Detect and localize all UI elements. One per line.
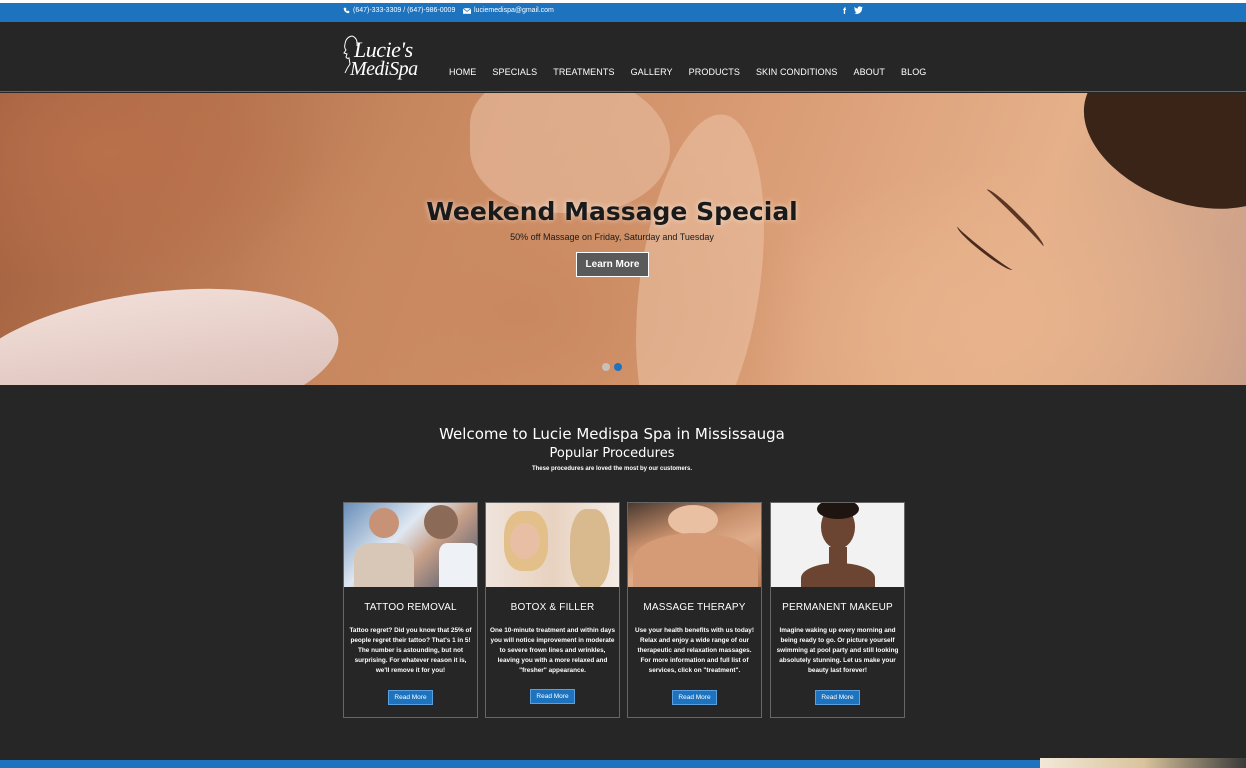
slider-pagination <box>602 363 622 371</box>
footer-image <box>1040 758 1246 768</box>
hero-image-eye <box>954 222 1016 274</box>
site-header: Lucie's MediSpa HOME SPECIALS TREATMENTS… <box>0 22 1246 92</box>
card-description: Imagine waking up every morning and bein… <box>776 627 899 674</box>
logo-line-1: Lucie's <box>354 37 413 62</box>
card-description: Use your health benefits with us today! … <box>635 627 754 674</box>
logo-line-2: MediSpa <box>350 58 418 80</box>
hero-image-hand <box>470 93 670 213</box>
read-more-button[interactable]: Read More <box>672 690 717 705</box>
welcome-section: Welcome to Lucie Medispa Spa in Mississa… <box>0 425 1224 472</box>
site-logo[interactable]: Lucie's MediSpa <box>342 34 418 82</box>
section-subtitle: Popular Procedures <box>549 446 675 461</box>
twitter-icon[interactable] <box>854 6 863 14</box>
phone-info: (647)-333-3309 / (647)-986-0009 <box>343 7 455 14</box>
hero-image-towel <box>0 267 348 385</box>
email-info: luciemedispa@gmail.com <box>463 7 554 14</box>
nav-gallery[interactable]: GALLERY <box>631 67 673 77</box>
phone-text[interactable]: (647)-333-3309 / (647)-986-0009 <box>353 7 455 14</box>
card-description: One 10-minute treatment and within days … <box>490 627 615 674</box>
nav-blog[interactable]: BLOG <box>901 67 926 77</box>
social-links: f <box>843 6 863 16</box>
procedure-card-botox: BOTOX & FILLER One 10-minute treatment a… <box>485 502 620 718</box>
section-tagline: These procedures are loved the most by o… <box>531 466 693 472</box>
phone-icon <box>343 7 350 14</box>
card-image <box>771 503 904 587</box>
nav-specials[interactable]: SPECIALS <box>492 67 537 77</box>
contact-bar: (647)-333-3309 / (647)-986-0009 luciemed… <box>0 0 1246 22</box>
card-title: BOTOX & FILLER <box>510 602 595 613</box>
read-more-button[interactable]: Read More <box>388 690 433 705</box>
nav-home[interactable]: HOME <box>449 67 476 77</box>
hero-slider: Weekend Massage Special 50% off Massage … <box>0 93 1246 385</box>
welcome-title: Welcome to Lucie Medispa Spa in Mississa… <box>439 425 785 443</box>
footer-bar <box>0 758 1246 768</box>
card-description: Tattoo regret? Did you know that 25% of … <box>349 627 472 674</box>
card-image <box>486 503 619 587</box>
email-text[interactable]: luciemedispa@gmail.com <box>474 7 554 14</box>
main-nav: HOME SPECIALS TREATMENTS GALLERY PRODUCT… <box>449 67 942 77</box>
envelope-icon <box>463 7 471 14</box>
procedure-card-makeup: PERMANENT MAKEUP Imagine waking up every… <box>770 502 905 718</box>
card-title: TATTOO REMOVAL <box>364 602 457 613</box>
card-image <box>344 503 477 587</box>
nav-about[interactable]: ABOUT <box>853 67 885 77</box>
read-more-button[interactable]: Read More <box>815 690 860 705</box>
card-title: PERMANENT MAKEUP <box>782 602 893 613</box>
slider-dot-active[interactable] <box>614 363 622 371</box>
nav-skin-conditions[interactable]: SKIN CONDITIONS <box>756 67 838 77</box>
learn-more-button[interactable]: Learn More <box>576 252 649 277</box>
facebook-icon[interactable]: f <box>843 6 846 16</box>
hero-title: Weekend Massage Special <box>426 197 798 226</box>
read-more-button[interactable]: Read More <box>530 689 575 704</box>
procedure-card-massage: MASSAGE THERAPY Use your health benefits… <box>627 502 762 718</box>
nav-treatments[interactable]: TREATMENTS <box>553 67 614 77</box>
card-image <box>628 503 761 587</box>
hero-subtitle: 50% off Massage on Friday, Saturday and … <box>510 232 714 242</box>
procedure-card-tattoo: TATTOO REMOVAL Tattoo regret? Did you kn… <box>343 502 478 718</box>
slider-dot[interactable] <box>602 363 610 371</box>
card-title: MASSAGE THERAPY <box>643 602 746 613</box>
nav-products[interactable]: PRODUCTS <box>689 67 740 77</box>
